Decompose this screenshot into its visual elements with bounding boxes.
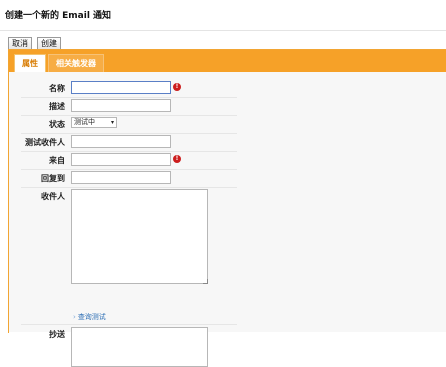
resize-handle-icon[interactable] xyxy=(203,279,208,284)
from-field[interactable] xyxy=(71,153,171,166)
form-panel: 属性 相关触发器 名称 ! 描述 状态 测试中 ▾ 测试收件人 来自 ! 回复到… xyxy=(8,49,446,367)
chevron-down-icon: ▾ xyxy=(110,119,114,126)
status-label: 状态 xyxy=(49,120,65,129)
from-label: 来自 xyxy=(49,156,65,165)
row-divider xyxy=(21,115,237,116)
status-select[interactable]: 测试中 ▾ xyxy=(71,117,117,128)
cc-label: 抄送 xyxy=(49,330,65,339)
query-test-link-label: 查询测试 xyxy=(77,313,106,321)
tab-strip: 属性 相关触发器 xyxy=(9,50,446,72)
name-label: 名称 xyxy=(49,84,65,93)
row-divider xyxy=(21,151,237,152)
row-description: 描述 xyxy=(9,99,429,115)
row-divider xyxy=(21,324,237,325)
exclamation-icon: ! xyxy=(173,83,181,91)
row-status: 状态 测试中 ▾ xyxy=(9,117,429,133)
exclamation-icon: ! xyxy=(173,155,181,163)
status-select-value: 测试中 xyxy=(74,118,95,126)
recipients-label: 收件人 xyxy=(41,192,65,201)
test-recipient-label: 测试收件人 xyxy=(25,138,65,147)
row-divider xyxy=(21,187,237,188)
test-recipient-field[interactable] xyxy=(71,135,171,148)
tab-related-triggers[interactable]: 相关触发器 xyxy=(48,54,104,72)
page-title: 创建一个新的 Email 通知 xyxy=(5,11,112,21)
description-field[interactable] xyxy=(71,99,171,112)
row-divider xyxy=(21,97,237,98)
tab-properties[interactable]: 属性 xyxy=(14,54,46,72)
row-reply-to: 回复到 xyxy=(9,171,429,187)
row-from: 来自 ! xyxy=(9,153,429,169)
description-label: 描述 xyxy=(49,102,65,111)
bullet-icon: › xyxy=(73,313,76,321)
reply-to-label: 回复到 xyxy=(41,174,65,183)
query-test-link[interactable]: › 查询测试 xyxy=(73,312,106,322)
title-divider xyxy=(0,30,446,31)
recipients-textarea[interactable] xyxy=(71,189,208,284)
row-recipients: 收件人 xyxy=(9,189,429,289)
reply-to-field[interactable] xyxy=(71,171,171,184)
row-divider xyxy=(21,169,237,170)
form-area: 名称 ! 描述 状态 测试中 ▾ 测试收件人 来自 ! 回复到 收件人 › 查询… xyxy=(9,72,446,367)
row-test-recipient: 测试收件人 xyxy=(9,135,429,151)
row-divider xyxy=(21,133,237,134)
row-name: 名称 ! xyxy=(9,81,429,97)
name-field[interactable] xyxy=(71,81,171,94)
cc-textarea[interactable] xyxy=(71,327,208,367)
